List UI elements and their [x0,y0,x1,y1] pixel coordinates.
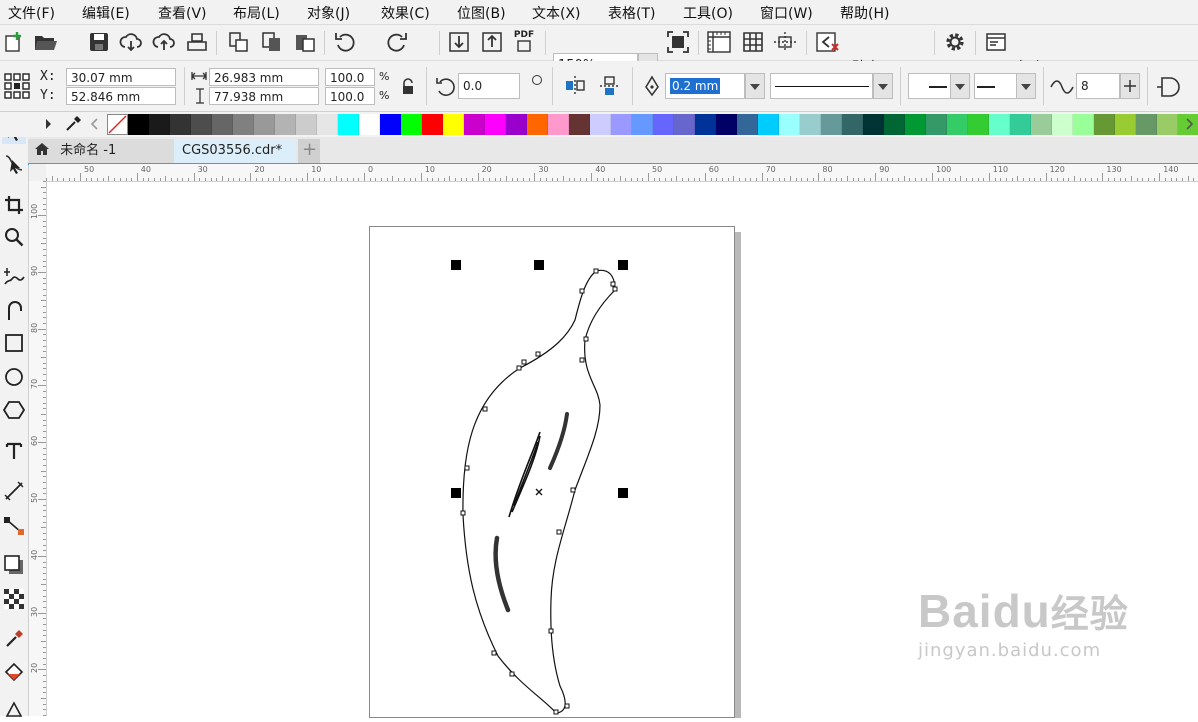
watermark-suffix: 经验 [1050,594,1129,636]
selection-handle-left[interactable] [451,488,461,498]
highlight-stroke-1 [548,412,569,470]
baidu-watermark: Baidu经验 jingyan.baidu.com [918,588,1129,661]
highlight-stroke-2 [493,535,511,613]
hatch-stroke [508,431,541,518]
selection-handle-right[interactable] [618,488,628,498]
selection-handle-top-left[interactable] [451,260,461,270]
selection-handle-top-right[interactable] [618,260,628,270]
center-marker-icon [535,488,543,496]
selection-handle-top[interactable] [534,260,544,270]
watermark-brand: Baidu [918,585,1051,637]
watermark-url: jingyan.baidu.com [918,640,1102,661]
